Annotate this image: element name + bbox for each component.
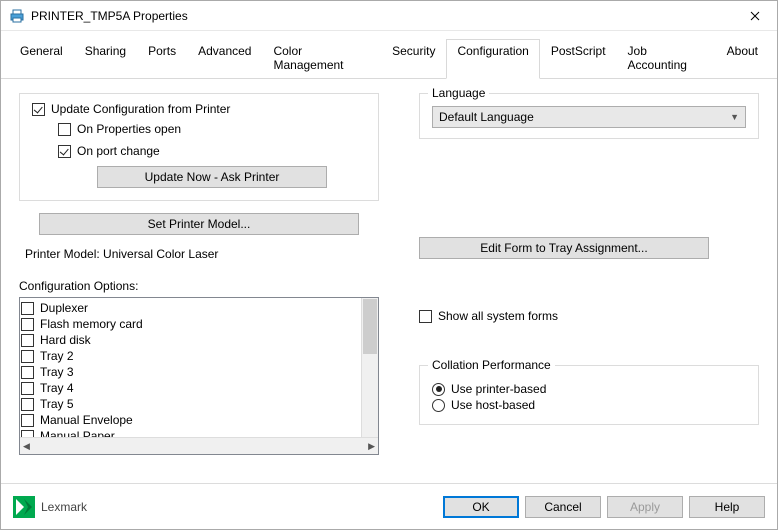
ok-button[interactable]: OK bbox=[443, 496, 519, 518]
lexmark-icon bbox=[13, 496, 35, 518]
cancel-button[interactable]: Cancel bbox=[525, 496, 601, 518]
on-properties-open-checkbox[interactable]: On Properties open bbox=[58, 122, 366, 136]
option-label: Duplexer bbox=[40, 301, 88, 315]
option-label: Hard disk bbox=[40, 333, 91, 347]
edit-form-tray-button[interactable]: Edit Form to Tray Assignment... bbox=[419, 237, 709, 259]
update-now-button[interactable]: Update Now - Ask Printer bbox=[97, 166, 327, 188]
tab-general[interactable]: General bbox=[9, 39, 74, 78]
checkbox-icon bbox=[21, 318, 34, 331]
set-printer-model-button[interactable]: Set Printer Model... bbox=[39, 213, 359, 235]
help-label: Help bbox=[715, 500, 740, 514]
option-tray-3[interactable]: Tray 3 bbox=[21, 365, 360, 379]
edit-form-tray-label: Edit Form to Tray Assignment... bbox=[480, 241, 647, 255]
language-group-label: Language bbox=[428, 86, 489, 100]
use-printer-based-radio[interactable]: Use printer-based bbox=[432, 382, 746, 396]
collation-group-label: Collation Performance bbox=[428, 358, 555, 372]
checkbox-icon bbox=[58, 145, 71, 158]
radio-icon bbox=[432, 399, 445, 412]
tab-color-management[interactable]: Color Management bbox=[262, 39, 381, 78]
option-label: Tray 2 bbox=[40, 349, 74, 363]
brand-logo: Lexmark bbox=[13, 496, 87, 518]
scroll-right-icon: ▶ bbox=[368, 441, 375, 452]
use-printer-based-label: Use printer-based bbox=[451, 382, 546, 396]
update-config-label: Update Configuration from Printer bbox=[51, 102, 230, 116]
radio-icon bbox=[432, 383, 445, 396]
option-manual-envelope[interactable]: Manual Envelope bbox=[21, 413, 360, 427]
scroll-left-icon: ◀ bbox=[23, 441, 30, 452]
show-all-system-forms-label: Show all system forms bbox=[438, 309, 558, 323]
update-now-label: Update Now - Ask Printer bbox=[145, 170, 280, 184]
use-host-based-radio[interactable]: Use host-based bbox=[432, 398, 746, 412]
update-config-group: Update Configuration from Printer On Pro… bbox=[19, 93, 379, 201]
checkbox-icon bbox=[21, 302, 34, 315]
option-flash-memory-card[interactable]: Flash memory card bbox=[21, 317, 360, 331]
tab-about[interactable]: About bbox=[716, 39, 769, 78]
checkbox-icon bbox=[419, 310, 432, 323]
cancel-label: Cancel bbox=[544, 500, 581, 514]
dialog-footer: Lexmark OK Cancel Apply Help bbox=[1, 483, 777, 529]
tab-advanced[interactable]: Advanced bbox=[187, 39, 262, 78]
checkbox-icon bbox=[21, 350, 34, 363]
show-all-system-forms-checkbox[interactable]: Show all system forms bbox=[419, 309, 759, 323]
config-options-label: Configuration Options: bbox=[19, 279, 379, 293]
close-icon bbox=[750, 11, 760, 21]
ok-label: OK bbox=[472, 500, 489, 514]
window-title: PRINTER_TMP5A Properties bbox=[31, 9, 732, 23]
printer-model-value: Printer Model: Universal Color Laser bbox=[25, 247, 379, 261]
option-duplexer[interactable]: Duplexer bbox=[21, 301, 360, 315]
horizontal-scrollbar[interactable]: ◀ ▶ bbox=[20, 437, 378, 454]
checkbox-icon bbox=[21, 334, 34, 347]
option-tray-4[interactable]: Tray 4 bbox=[21, 381, 360, 395]
tab-ports[interactable]: Ports bbox=[137, 39, 187, 78]
apply-label: Apply bbox=[630, 500, 660, 514]
option-label: Flash memory card bbox=[40, 317, 143, 331]
tab-sharing[interactable]: Sharing bbox=[74, 39, 137, 78]
chevron-down-icon: ▼ bbox=[730, 112, 739, 122]
option-tray-5[interactable]: Tray 5 bbox=[21, 397, 360, 411]
checkbox-icon bbox=[21, 414, 34, 427]
help-button[interactable]: Help bbox=[689, 496, 765, 518]
checkbox-icon bbox=[21, 398, 34, 411]
tab-strip: General Sharing Ports Advanced Color Man… bbox=[1, 31, 777, 79]
option-label: Tray 3 bbox=[40, 365, 74, 379]
checkbox-icon bbox=[58, 123, 71, 136]
tab-security[interactable]: Security bbox=[381, 39, 446, 78]
collation-group: Collation Performance Use printer-based … bbox=[419, 365, 759, 425]
option-label: Manual Envelope bbox=[40, 413, 133, 427]
checkbox-icon bbox=[21, 366, 34, 379]
tab-postscript[interactable]: PostScript bbox=[540, 39, 617, 78]
use-host-based-label: Use host-based bbox=[451, 398, 535, 412]
update-config-checkbox[interactable]: Update Configuration from Printer bbox=[32, 102, 366, 116]
on-port-change-label: On port change bbox=[77, 144, 160, 158]
brand-name: Lexmark bbox=[41, 500, 87, 514]
checkbox-icon bbox=[21, 382, 34, 395]
vertical-scrollbar[interactable] bbox=[361, 298, 378, 437]
on-port-change-checkbox[interactable]: On port change bbox=[58, 144, 366, 158]
on-properties-open-label: On Properties open bbox=[77, 122, 181, 136]
checkbox-icon bbox=[32, 103, 45, 116]
option-hard-disk[interactable]: Hard disk bbox=[21, 333, 360, 347]
language-group: Language Default Language ▼ bbox=[419, 93, 759, 139]
option-label: Tray 5 bbox=[40, 397, 74, 411]
checkbox-icon bbox=[21, 430, 34, 438]
language-select[interactable]: Default Language ▼ bbox=[432, 106, 746, 128]
tab-job-accounting[interactable]: Job Accounting bbox=[617, 39, 716, 78]
scrollbar-thumb[interactable] bbox=[363, 299, 377, 354]
apply-button[interactable]: Apply bbox=[607, 496, 683, 518]
titlebar: PRINTER_TMP5A Properties bbox=[1, 1, 777, 31]
config-options-listbox[interactable]: Duplexer Flash memory card Hard disk Tray 2… bbox=[19, 297, 379, 455]
option-label: Tray 4 bbox=[40, 381, 74, 395]
set-printer-model-label: Set Printer Model... bbox=[148, 217, 251, 231]
option-manual-paper[interactable]: Manual Paper bbox=[21, 429, 360, 437]
tab-configuration[interactable]: Configuration bbox=[446, 39, 539, 79]
language-value: Default Language bbox=[439, 110, 534, 124]
tab-content: Update Configuration from Printer On Pro… bbox=[1, 79, 777, 489]
option-tray-2[interactable]: Tray 2 bbox=[21, 349, 360, 363]
close-button[interactable] bbox=[732, 1, 777, 30]
option-label: Manual Paper bbox=[40, 429, 115, 437]
printer-icon bbox=[9, 8, 25, 24]
